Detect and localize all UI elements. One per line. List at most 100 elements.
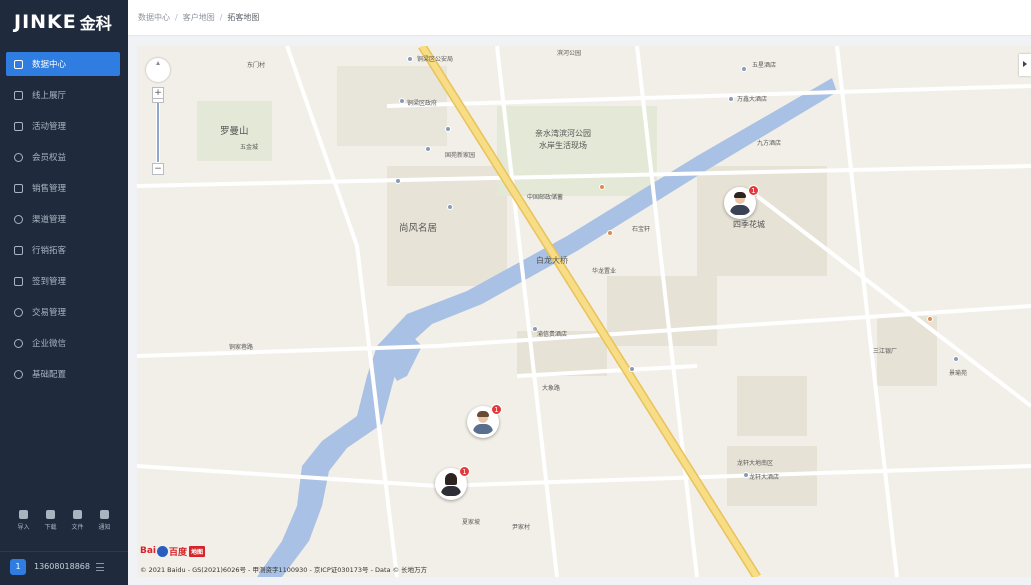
poi-marker[interactable] (953, 356, 959, 362)
sidebar-item-showroom[interactable]: 线上展厅 (6, 83, 120, 107)
sidebar-item-label: 签到管理 (32, 277, 67, 287)
map-label: 石宝轩 (632, 226, 651, 233)
sidebar-item-channel[interactable]: 渠道管理 (6, 207, 120, 231)
customer-pin[interactable]: 1 (435, 466, 470, 500)
wecom-icon (14, 338, 23, 348)
poi-marker[interactable] (607, 230, 613, 236)
map-label: 铜梁区政府 (407, 100, 438, 107)
poi-marker[interactable] (445, 126, 451, 132)
map-pan-control[interactable] (146, 58, 170, 82)
breadcrumb-item-current: 拓客地图 (227, 13, 260, 22)
brand-logo[interactable]: JINKE 金科 (0, 0, 128, 44)
sidebar-tools: 导入 下载 文件 通知 (0, 510, 128, 531)
tool-import[interactable]: 导入 (17, 510, 30, 531)
map-label: 龙轩大酒店 (749, 474, 780, 481)
user-phone: 13608018868 (34, 562, 90, 571)
tool-label: 文件 (71, 524, 84, 531)
poi-marker[interactable] (447, 204, 453, 210)
poi-marker[interactable] (407, 56, 413, 62)
breadcrumb-separator: / (175, 13, 178, 22)
tool-label: 通知 (98, 524, 111, 531)
map-canvas[interactable]: 罗曼山 尚风名居 亲水湾滨河公园 水岸生活现场 白龙大桥 四季花城 滨河公园 万… (137, 46, 1031, 577)
activity-icon (14, 121, 23, 131)
map-label: 三江银厂 (873, 348, 898, 355)
map-label: 夏家坡 (462, 519, 481, 526)
poi-marker[interactable] (629, 366, 635, 372)
sidebar-item-activity[interactable]: 活动管理 (6, 114, 120, 138)
bell-icon (99, 510, 109, 519)
map-label: 景瑜苑 (949, 370, 968, 377)
map-label: 龙轩大地南区 (737, 460, 774, 467)
map-label: 九方酒店 (757, 140, 782, 147)
sidebar-item-label: 企业微信 (32, 339, 67, 349)
breadcrumb-item-data-center[interactable]: 数据中心 (138, 12, 170, 23)
map-panel-toggle[interactable] (1019, 54, 1031, 76)
customer-pin[interactable]: 1 (467, 404, 502, 438)
avatar-hair (734, 192, 746, 198)
sidebar-item-config[interactable]: 基础配置 (6, 362, 120, 386)
city-block (607, 276, 717, 346)
menu-icon[interactable] (96, 562, 104, 571)
poi-marker[interactable] (395, 178, 401, 184)
map-label: 滨河公园 (557, 50, 582, 57)
map-label: 铜梁区公安局 (417, 56, 454, 63)
breadcrumb-item-customer-map[interactable]: 客户地图 (183, 12, 215, 23)
zoom-out-button[interactable]: − (152, 163, 164, 175)
sidebar-item-marketing[interactable]: 行销拓客 (6, 238, 120, 262)
sidebar-item-member[interactable]: 会员权益 (6, 145, 120, 169)
channel-icon (14, 214, 23, 224)
map-label: 尚风名居 (399, 223, 438, 234)
data-center-icon (14, 59, 23, 69)
showroom-icon (14, 90, 23, 100)
baidu-logo-text-zh: 百度 (169, 547, 188, 558)
sales-icon (14, 183, 23, 193)
park-area (497, 106, 657, 196)
tool-file[interactable]: 文件 (71, 510, 84, 531)
map-label: 尹家村 (512, 524, 531, 531)
tool-download[interactable]: 下载 (44, 510, 57, 531)
avatar (729, 191, 751, 215)
sidebar-item-signin[interactable]: 签到管理 (6, 269, 120, 293)
baidu-logo-text: Bai (140, 546, 157, 556)
sidebar: JINKE 金科 数据中心 线上展厅 活动管理 会员权益 销售管理 渠道管理 行… (0, 0, 128, 585)
customer-pin[interactable]: 1 (724, 185, 759, 219)
zoom-slider-track[interactable] (156, 99, 160, 163)
signin-icon (14, 276, 23, 286)
avatar (472, 410, 494, 434)
avatar-body (473, 424, 493, 434)
map-label: 国苑新家园 (445, 152, 476, 159)
avatar-hair (445, 473, 457, 485)
map-label: 五星酒店 (752, 62, 777, 69)
poi-marker[interactable] (927, 316, 933, 322)
sidebar-item-wecom[interactable]: 企业微信 (6, 331, 120, 355)
poi-marker[interactable] (425, 146, 431, 152)
sidebar-item-trade[interactable]: 交易管理 (6, 300, 120, 324)
avatar[interactable]: 1 (10, 558, 26, 575)
app-root: JINKE 金科 数据中心 线上展厅 活动管理 会员权益 销售管理 渠道管理 行… (0, 0, 1031, 585)
map-label: 万鑫大酒店 (737, 96, 768, 103)
download-icon (45, 510, 55, 519)
baidu-map-tag: 地图 (189, 545, 206, 557)
pin-count-badge: 1 (748, 185, 759, 196)
sidebar-item-label: 活动管理 (32, 122, 67, 132)
map-label: 铜家巷路 (229, 344, 254, 351)
sidebar-item-sales[interactable]: 销售管理 (6, 176, 120, 200)
poi-marker[interactable] (599, 184, 605, 190)
sidebar-item-data-center[interactable]: 数据中心 (6, 52, 120, 76)
breadcrumb: 数据中心 / 客户地图 / 拓客地图 (128, 0, 1031, 36)
tool-notify[interactable]: 通知 (98, 510, 111, 531)
logo-text-en: JINKE (14, 11, 77, 33)
map-label: 大象路 (542, 385, 561, 392)
poi-marker[interactable] (728, 96, 734, 102)
sidebar-item-label: 渠道管理 (32, 215, 67, 225)
map-label: 五金城 (240, 144, 259, 151)
map-zoom-control: + − (152, 87, 164, 175)
poi-marker[interactable] (399, 98, 405, 104)
user-bar[interactable]: 1 13608018868 (0, 551, 128, 581)
tool-label: 导入 (17, 524, 30, 531)
baidu-logo: Bai 百度 地图 (140, 543, 206, 559)
map-label: 四季花城 (733, 220, 765, 229)
zoom-slider-handle[interactable] (152, 98, 164, 103)
sidebar-item-label: 交易管理 (32, 308, 67, 318)
poi-marker[interactable] (741, 66, 747, 72)
